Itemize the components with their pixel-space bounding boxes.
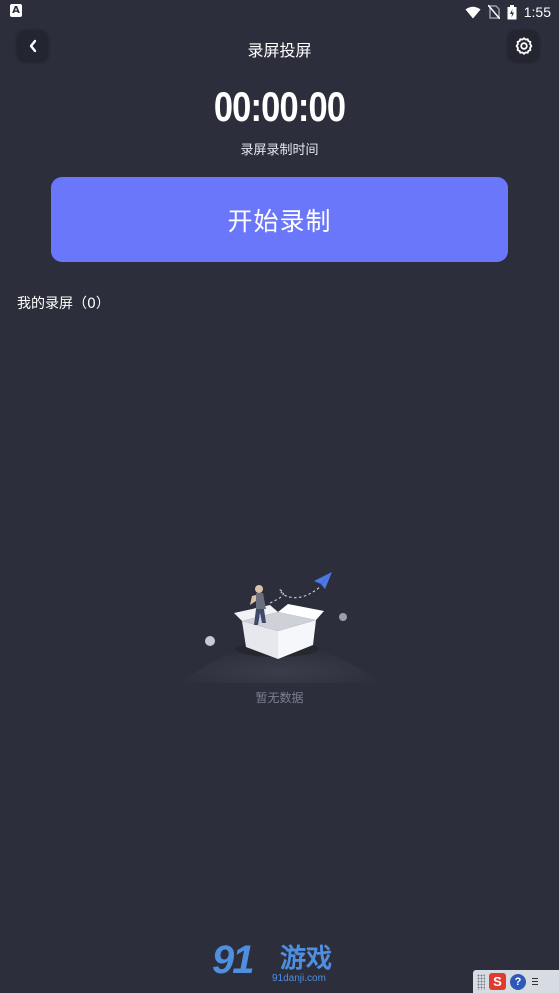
help-icon[interactable]: ? [510, 973, 526, 990]
watermark-url: 91danji.com [272, 973, 326, 984]
watermark-logo: 91 游戏 91danji.com [212, 938, 352, 990]
my-recordings-title: 我的录屏（0） [17, 296, 110, 312]
recording-timer: 00:00:00 [213, 83, 346, 130]
settings-button[interactable] [508, 30, 539, 61]
sogou-s-icon[interactable]: S [489, 973, 506, 990]
gear-icon [515, 36, 532, 55]
wifi-icon [465, 6, 481, 18]
start-recording-button[interactable]: 开始录制 [51, 177, 508, 262]
top-bar: 录屏投屏 [0, 24, 559, 72]
app-notification-icon: A [10, 4, 22, 17]
input-tray[interactable]: S ? [473, 970, 559, 993]
status-time: 1:55 [523, 4, 551, 20]
empty-state-text: 暂无数据 [255, 691, 304, 705]
timer-label: 录屏录制时间 [240, 143, 319, 158]
status-bar: A 1:55 [0, 0, 559, 24]
no-sim-icon [487, 5, 500, 19]
page-title: 录屏投屏 [247, 41, 312, 60]
drag-handle-icon[interactable] [477, 973, 485, 990]
watermark-brand: 91 [212, 938, 254, 982]
status-icons: 1:55 [465, 2, 551, 22]
menu-icon[interactable] [530, 974, 540, 990]
watermark-name: 游戏 [280, 944, 333, 974]
battery-icon [507, 4, 517, 19]
